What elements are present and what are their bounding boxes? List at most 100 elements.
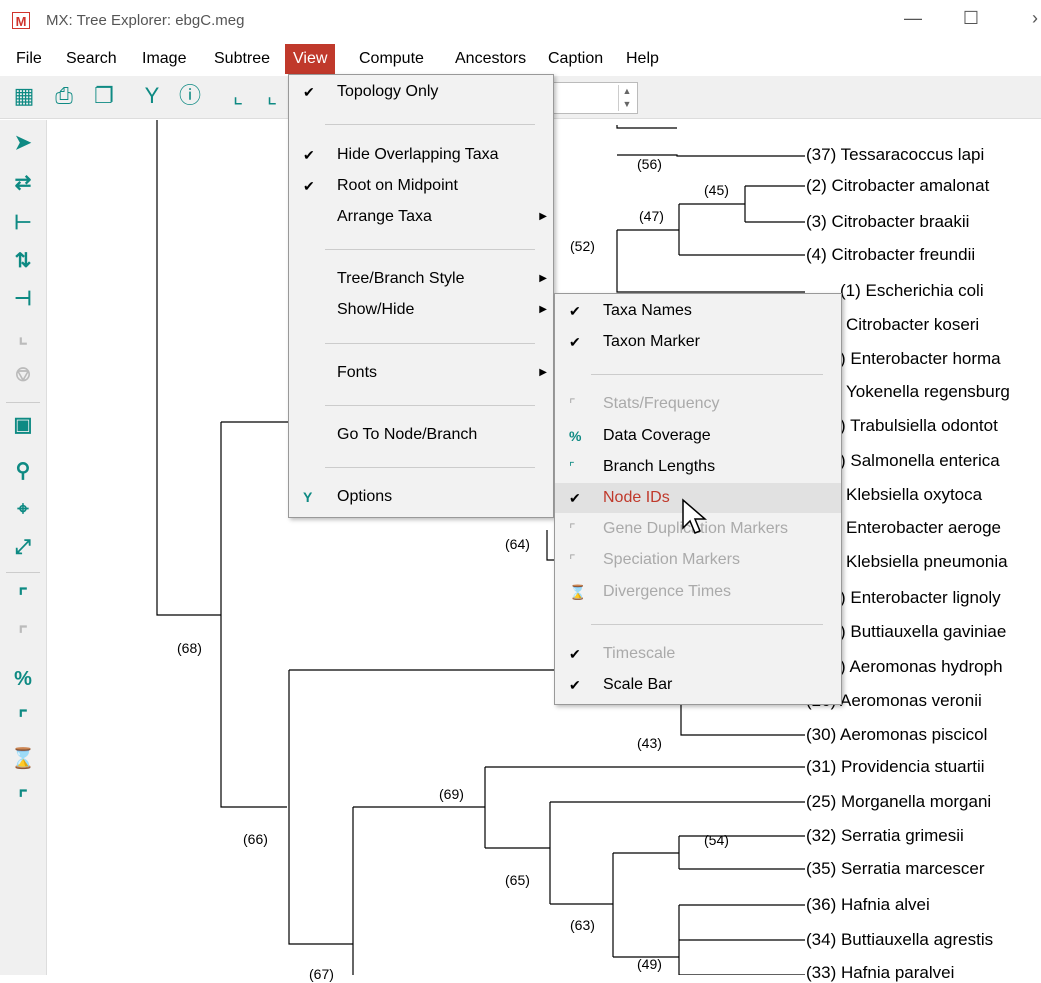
timetree-icon[interactable]: ⌜	[8, 784, 38, 814]
flip-icon[interactable]: ⇅	[8, 246, 38, 276]
menu-taxa-names[interactable]: ✔ Taxa Names	[555, 296, 841, 326]
menu-help[interactable]: Help	[618, 44, 667, 74]
node-id-label[interactable]: (47)	[639, 208, 664, 224]
node-id-label[interactable]: (49)	[637, 956, 662, 972]
taxon-label[interactable]: Klebsiella pneumonia	[846, 552, 1008, 572]
taxon-label[interactable]: (25) Morganella morgani	[806, 792, 991, 812]
spin-input[interactable]: ▲ ▼	[548, 82, 638, 114]
menu-branch-lengths[interactable]: ⌜ Branch Lengths	[555, 452, 841, 482]
menu-image[interactable]: Image	[134, 44, 194, 74]
node-ids-icon[interactable]: ⌜	[8, 582, 38, 612]
check-icon: ✔	[569, 490, 581, 506]
menu-caption[interactable]: Caption	[540, 44, 611, 74]
menu-divider	[591, 624, 823, 625]
divergence-icon[interactable]: ⌛	[8, 744, 38, 774]
menu-taxon-marker[interactable]: ✔ Taxon Marker	[555, 327, 841, 357]
taxon-label[interactable]: Klebsiella oxytoca	[846, 485, 982, 505]
taxon-label[interactable]: Yokenella regensburg	[846, 382, 1010, 402]
node-id-label[interactable]: (43)	[637, 735, 662, 751]
search-icon[interactable]: ⚲	[8, 456, 38, 486]
node-id-label[interactable]: (67)	[309, 966, 334, 982]
subtree-icon[interactable]: ⌞	[8, 322, 38, 352]
stats-icon[interactable]: ⌜	[8, 620, 38, 650]
save-icon[interactable]: ▦	[10, 82, 38, 110]
pointer-icon[interactable]: ➤	[8, 128, 38, 158]
node-id-label[interactable]: (64)	[505, 536, 530, 552]
expand-icon[interactable]: ⤢	[8, 532, 38, 562]
root-icon[interactable]: ⊢	[8, 208, 38, 238]
node-id-label[interactable]: (45)	[704, 182, 729, 198]
taxon-label[interactable]: ) Salmonella enterica	[840, 451, 1000, 471]
taxon-label[interactable]: (36) Hafnia alvei	[806, 895, 930, 915]
menu-view[interactable]: View	[285, 44, 336, 74]
copy-icon[interactable]: ❐	[90, 82, 118, 110]
stats-icon: ⌜	[569, 396, 576, 412]
taxon-label[interactable]: (35) Serratia marcescer	[806, 859, 985, 879]
menu-tree-branch-style[interactable]: Tree/Branch Style ▶	[289, 264, 553, 294]
taxon-label[interactable]: ) Enterobacter lignoly	[840, 588, 1001, 608]
taxon-label[interactable]: Enterobacter aeroge	[846, 518, 1001, 538]
node-id-label[interactable]: (63)	[570, 917, 595, 933]
menu-ancestors[interactable]: Ancestors	[447, 44, 534, 74]
menu-timescale[interactable]: ✔ Timescale	[555, 639, 841, 669]
menu-speciation-markers[interactable]: ⌜ Speciation Markers	[555, 545, 841, 575]
hammer-icon[interactable]: ⎊	[8, 360, 38, 390]
percent-icon[interactable]: %	[8, 664, 38, 694]
menu-root-on-midpoint[interactable]: ✔ Root on Midpoint	[289, 171, 553, 201]
node-id-label[interactable]: (56)	[637, 156, 662, 172]
print-icon[interactable]: ⎙	[50, 82, 78, 110]
menu-subtree[interactable]: Subtree	[206, 44, 278, 74]
taxon-label[interactable]: (31) Providencia stuartii	[806, 757, 985, 777]
menu-data-coverage[interactable]: % Data Coverage	[555, 421, 841, 451]
minimize-icon[interactable]: —	[898, 8, 928, 29]
menu-file[interactable]: File	[8, 44, 50, 74]
tree-layout-icon[interactable]: ⌞	[224, 82, 252, 110]
compress-icon[interactable]: ⊣	[8, 284, 38, 314]
taxon-label[interactable]: Citrobacter koseri	[846, 315, 979, 335]
branch-length-icon: ⌜	[569, 460, 575, 474]
taxon-label[interactable]: (2) Citrobacter amalonat	[806, 176, 989, 196]
submenu-arrow-icon: ▶	[539, 367, 547, 378]
menu-arrange-taxa[interactable]: Arrange Taxa ▶	[289, 202, 553, 232]
menu-compute[interactable]: Compute	[351, 44, 432, 74]
node-id-label[interactable]: (68)	[177, 640, 202, 656]
node-id-label[interactable]: (65)	[505, 872, 530, 888]
check-icon: ✔	[303, 84, 315, 100]
fit-icon[interactable]: ⌖	[8, 494, 38, 524]
taxon-label[interactable]: ) Buttiauxella gaviniae	[840, 622, 1006, 642]
taxon-label[interactable]: ) Aeromonas hydroph	[840, 657, 1003, 677]
menu-go-to-node[interactable]: Go To Node/Branch	[289, 420, 553, 450]
taxon-label[interactable]: (33) Hafnia paralvei	[806, 963, 954, 983]
menu-options[interactable]: Υ Options	[289, 482, 553, 512]
swap-icon[interactable]: ⇄	[8, 168, 38, 198]
taxon-label[interactable]: (1) Escherichia coli	[840, 281, 984, 301]
node-id-label[interactable]: (52)	[570, 238, 595, 254]
branch-length-icon[interactable]: ⌜	[8, 704, 38, 734]
menu-scale-bar[interactable]: ✔ Scale Bar	[555, 670, 841, 700]
info-icon[interactable]: ⓘ	[176, 82, 204, 110]
menu-divergence-times[interactable]: ⌛ Divergence Times	[555, 577, 841, 607]
taxon-label[interactable]: (30) Aeromonas piscicol	[806, 725, 987, 745]
node-id-label[interactable]: (69)	[439, 786, 464, 802]
spin-arrows-icon[interactable]: ▲ ▼	[618, 85, 635, 111]
taxon-label[interactable]: (4) Citrobacter freundii	[806, 245, 975, 265]
node-id-label[interactable]: (66)	[243, 831, 268, 847]
node-id-label[interactable]: (54)	[704, 832, 729, 848]
tree-layout-2-icon[interactable]: ⌞	[258, 82, 286, 110]
taxon-label[interactable]: ) Enterobacter horma	[840, 349, 1001, 369]
menu-show-hide[interactable]: Show/Hide ▶	[289, 295, 553, 325]
menu-stats-frequency[interactable]: ⌜ Stats/Frequency	[555, 389, 841, 419]
menu-search[interactable]: Search	[58, 44, 125, 74]
taxon-label[interactable]: ) Trabulsiella odontot	[840, 416, 998, 436]
maximize-icon[interactable]: ☐	[956, 8, 986, 29]
taxon-label[interactable]: (37) Tessaracoccus lapi	[806, 145, 984, 165]
close-icon[interactable]: ›	[1020, 8, 1041, 29]
taxon-label[interactable]: (3) Citrobacter braakii	[806, 212, 969, 232]
menu-topology-only[interactable]: ✔ Topology Only	[289, 77, 553, 107]
menu-fonts[interactable]: Fonts ▶	[289, 358, 553, 388]
taxon-label[interactable]: (32) Serratia grimesii	[806, 826, 964, 846]
taxon-label[interactable]: (34) Buttiauxella agrestis	[806, 930, 993, 950]
menu-hide-overlapping-taxa[interactable]: ✔ Hide Overlapping Taxa	[289, 140, 553, 170]
wrench-icon[interactable]: Υ	[138, 82, 166, 110]
zoom-box-icon[interactable]: ▣	[8, 410, 38, 440]
